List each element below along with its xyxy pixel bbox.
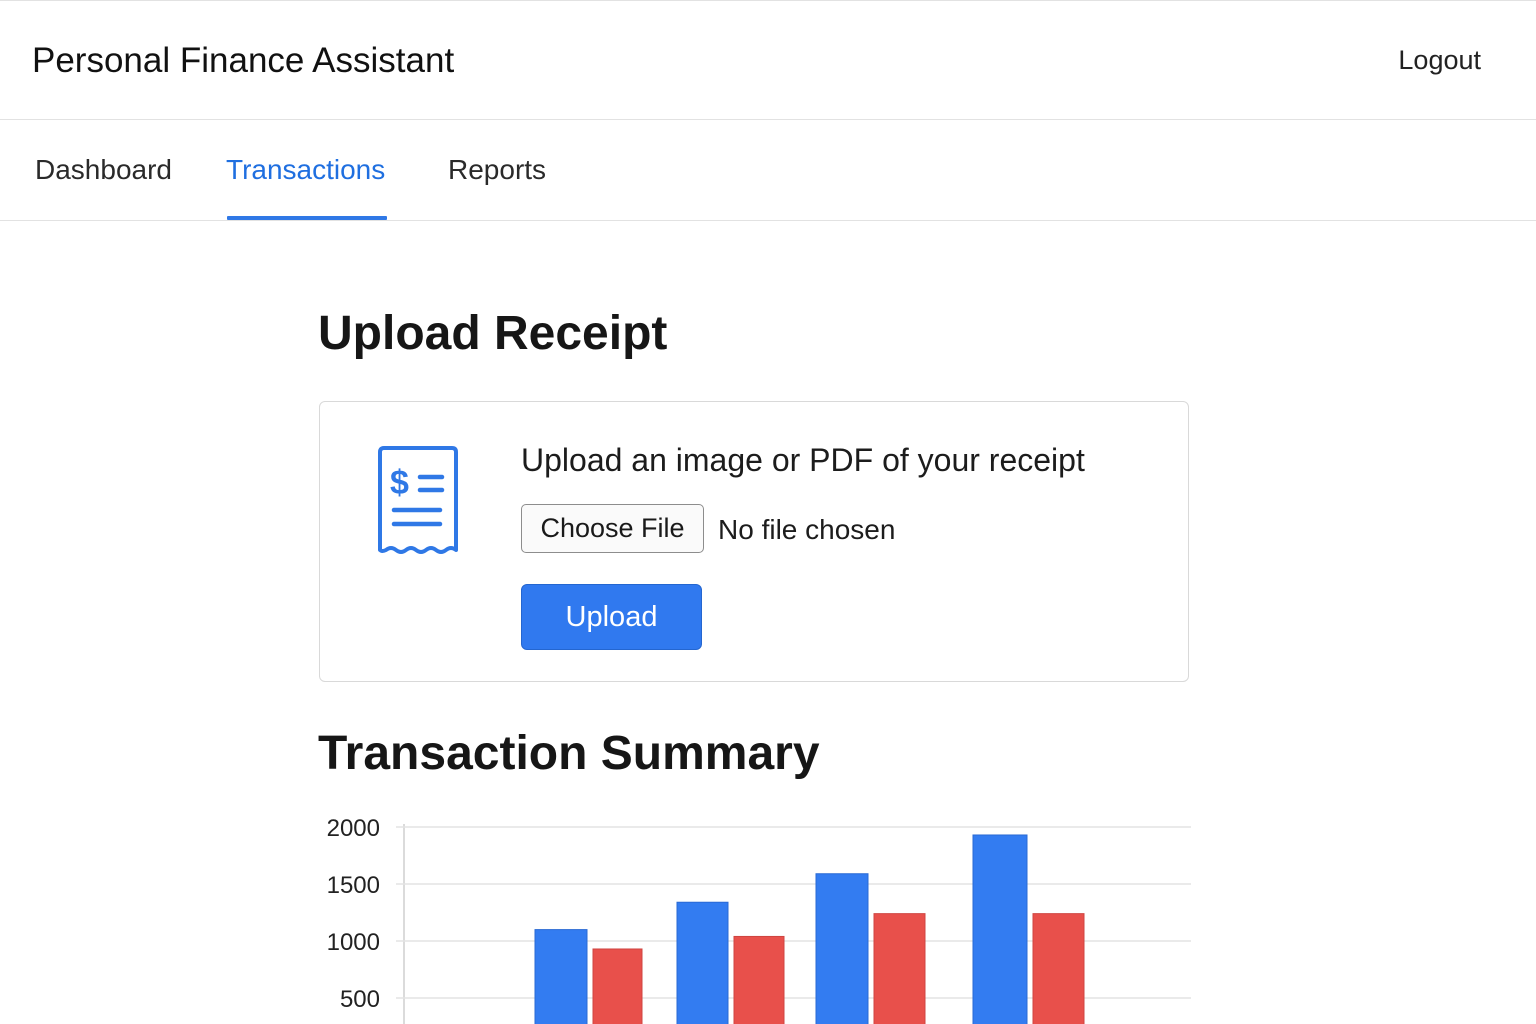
- expense-bar-4: [1032, 913, 1085, 1024]
- active-tab-indicator: [227, 216, 387, 220]
- y-tick-label: 500: [340, 986, 380, 1013]
- upload-button[interactable]: Upload: [521, 584, 702, 650]
- y-tick-label: 1000: [327, 929, 380, 956]
- expense-bar-3: [873, 913, 926, 1024]
- expense-bar-2: [733, 935, 785, 1024]
- income-bar-4: [972, 834, 1028, 1024]
- upload-section-title: Upload Receipt: [318, 307, 668, 360]
- svg-text:$: $: [390, 464, 409, 502]
- summary-section-title: Transaction Summary: [318, 727, 820, 780]
- upload-prompt: Upload an image or PDF of your receipt: [521, 442, 1085, 478]
- receipt-icon: $: [376, 444, 460, 558]
- tab-bar: Dashboard Transactions Reports: [0, 120, 1536, 221]
- expense-bar-1: [592, 948, 643, 1024]
- choose-file-button[interactable]: Choose File: [521, 504, 704, 553]
- bar-chart-svg: 500 1000 1500 2000: [327, 815, 1191, 1024]
- tab-dashboard[interactable]: Dashboard: [35, 154, 172, 186]
- upload-card: $ Upload an image or PDF of your receipt…: [319, 401, 1189, 682]
- income-bar-2: [676, 901, 729, 1024]
- transaction-summary-chart: 500 1000 1500 2000: [300, 800, 1200, 1024]
- y-tick-label: 2000: [327, 815, 380, 842]
- y-tick-label: 1500: [327, 872, 380, 899]
- income-bar-1: [534, 929, 588, 1024]
- file-status: No file chosen: [718, 514, 896, 545]
- income-bar-3: [815, 873, 869, 1024]
- logout-link[interactable]: Logout: [1398, 45, 1481, 76]
- app-title: Personal Finance Assistant: [32, 41, 455, 80]
- tab-transactions[interactable]: Transactions: [226, 154, 385, 186]
- tab-reports[interactable]: Reports: [448, 154, 546, 186]
- app-header: Personal Finance Assistant Logout: [0, 0, 1536, 120]
